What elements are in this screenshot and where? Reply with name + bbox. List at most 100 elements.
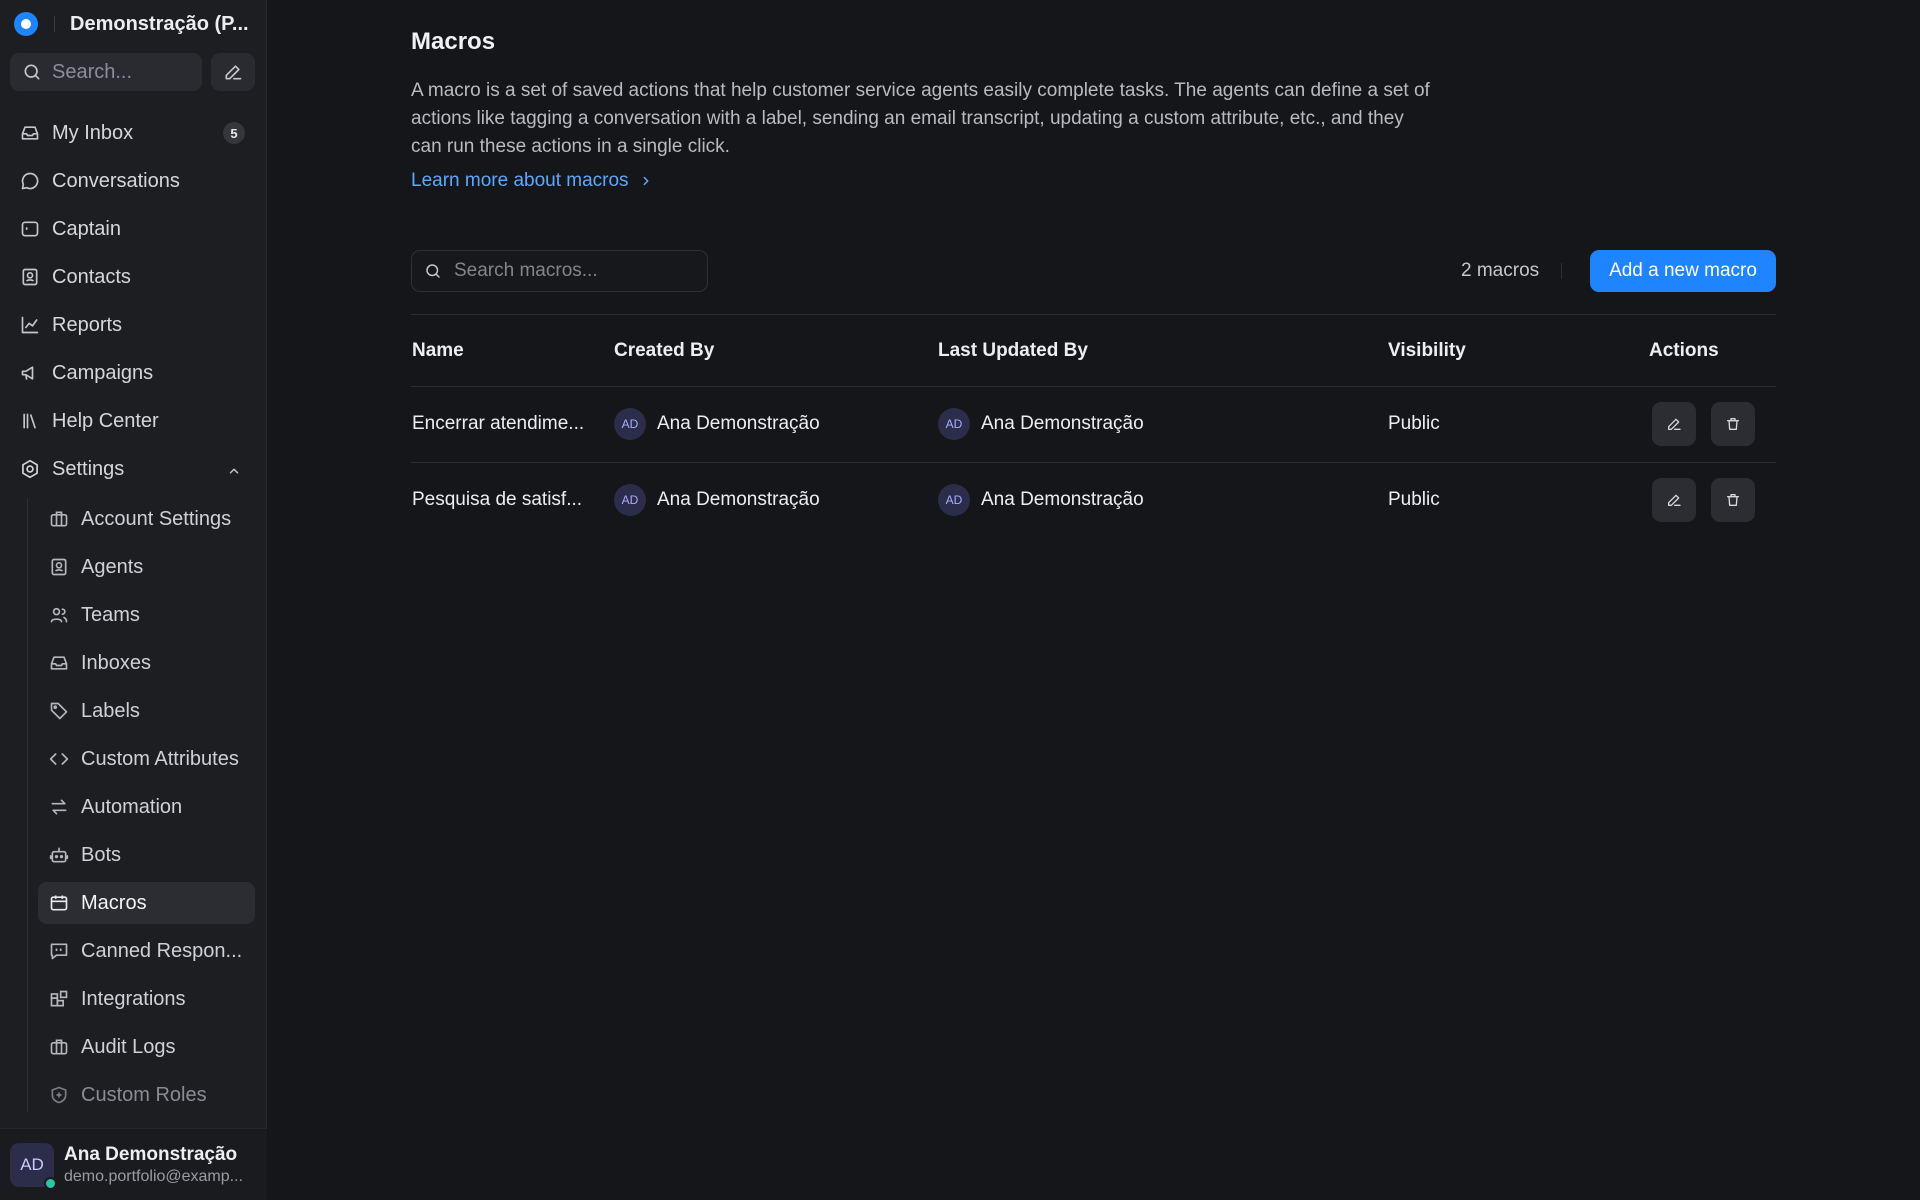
edit-macro-button[interactable] (1652, 478, 1696, 522)
sidebar-search-input[interactable] (52, 60, 182, 84)
macro-name[interactable]: Encerrar atendime... (412, 408, 587, 440)
code-icon (47, 747, 71, 771)
sidebar: Demonstração (P... My Inbox 5 Conversati… (0, 0, 267, 1200)
settings-item-label: Automation (81, 795, 183, 818)
shield-icon (47, 1083, 71, 1107)
chat-bubble-icon (18, 169, 42, 193)
macro-name[interactable]: Pesquisa de satisf... (412, 484, 587, 516)
search-icon (24, 64, 40, 80)
avatar: AD (10, 1142, 57, 1190)
avatar: AD (938, 408, 970, 440)
settings-item-label: Teams (81, 603, 140, 626)
account-switcher[interactable]: Demonstração (P... (14, 10, 249, 38)
settings-labels[interactable]: Labels (38, 690, 255, 732)
nav-label: Captain (52, 217, 121, 240)
arrows-swap-icon (47, 795, 71, 819)
page-title: Macros (411, 28, 496, 55)
chart-line-icon (18, 313, 42, 337)
inbox-icon (18, 121, 42, 145)
settings-item-label: Custom Attributes (81, 747, 239, 770)
column-header-created-by[interactable]: Created By (614, 340, 714, 362)
nav-campaigns[interactable]: Campaigns (10, 353, 255, 393)
settings-icon (18, 457, 42, 481)
settings-item-label: Bots (81, 843, 122, 866)
add-macro-button[interactable]: Add a new macro (1590, 250, 1776, 292)
settings-macros[interactable]: Macros (38, 882, 255, 924)
macro-search-input[interactable] (454, 260, 694, 282)
created-by: AD Ana Demonstração (614, 408, 820, 440)
nav-conversations[interactable]: Conversations (10, 161, 255, 201)
nav-label: Reports (52, 313, 123, 336)
settings-item-label: Labels (81, 699, 140, 722)
page-description: A macro is a set of saved actions that h… (411, 80, 1430, 157)
chevron-up-icon[interactable] (227, 461, 241, 484)
column-header-last-updated-by[interactable]: Last Updated By (938, 340, 1088, 362)
online-status-icon (44, 1176, 57, 1190)
last-updated-by: AD Ana Demonstração (938, 484, 1144, 516)
inbox-count-badge: 5 (223, 122, 245, 144)
settings-custom-attributes[interactable]: Custom Attributes (38, 738, 255, 780)
user-profile-menu[interactable]: AD Ana Demonstração demo.portfolio@examp… (0, 1128, 267, 1200)
settings-item-label: Canned Respon... (81, 939, 243, 962)
nav-captain[interactable]: Captain (10, 209, 255, 249)
sidebar-search[interactable] (10, 53, 202, 91)
table-divider (411, 462, 1776, 463)
search-icon (426, 264, 440, 278)
settings-item-label: Account Settings (81, 507, 232, 530)
nav-contacts[interactable]: Contacts (10, 257, 255, 297)
nav-label: Settings (52, 457, 125, 480)
user-name: Ana Demonstração (64, 1143, 238, 1165)
settings-item-label: Audit Logs (81, 1035, 176, 1058)
settings-item-label: Agents (81, 555, 144, 578)
settings-agents[interactable]: Agents (38, 546, 255, 588)
settings-canned-responses[interactable]: Canned Respon... (38, 930, 255, 972)
pencil-icon (225, 65, 242, 80)
visibility: Public (1388, 413, 1440, 434)
captain-icon (18, 217, 42, 241)
settings-item-label: Macros (81, 891, 147, 914)
settings-custom-roles[interactable]: Custom Roles (38, 1074, 255, 1116)
edit-macro-button[interactable] (1652, 402, 1696, 446)
briefcase-icon (47, 507, 71, 531)
settings-audit-logs[interactable]: Audit Logs (38, 1026, 255, 1068)
macro-icon (47, 891, 71, 915)
user-email: demo.portfolio@examp... (64, 1167, 243, 1185)
settings-integrations[interactable]: Integrations (38, 978, 255, 1020)
avatar: AD (614, 484, 646, 516)
nav-reports[interactable]: Reports (10, 305, 255, 345)
settings-inboxes[interactable]: Inboxes (38, 642, 255, 684)
megaphone-icon (18, 361, 42, 385)
learn-more-link[interactable]: Learn more about macros (411, 170, 653, 192)
column-header-name[interactable]: Name (412, 340, 464, 362)
created-by: AD Ana Demonstração (614, 484, 820, 516)
nav-label: Contacts (52, 265, 131, 288)
contacts-icon (18, 265, 42, 289)
nav-help-center[interactable]: Help Center (10, 401, 255, 441)
delete-macro-button[interactable] (1711, 478, 1755, 522)
main-content: Macros A macro is a set of saved actions… (268, 0, 1920, 1200)
canned-response-icon (47, 939, 71, 963)
delete-macro-button[interactable] (1711, 402, 1755, 446)
settings-account-settings[interactable]: Account Settings (38, 498, 255, 540)
nav-settings[interactable]: Settings (10, 449, 255, 489)
inbox-icon (47, 651, 71, 675)
briefcase-icon (47, 1035, 71, 1059)
settings-automation[interactable]: Automation (38, 786, 255, 828)
table-divider (411, 314, 1776, 315)
chevron-right-icon (639, 174, 653, 188)
avatar: AD (938, 484, 970, 516)
nav-my-inbox[interactable]: My Inbox 5 (10, 113, 255, 153)
column-header-visibility[interactable]: Visibility (1388, 340, 1466, 362)
visibility: Public (1388, 489, 1440, 510)
trash-icon (1727, 418, 1739, 430)
settings-item-label: Integrations (81, 987, 186, 1010)
updated-by-name: Ana Demonstração (981, 413, 1144, 434)
compose-button[interactable] (211, 53, 255, 91)
integrations-icon (47, 987, 71, 1011)
column-header-actions: Actions (1649, 340, 1719, 361)
settings-teams[interactable]: Teams (38, 594, 255, 636)
settings-bots[interactable]: Bots (38, 834, 255, 876)
brand-divider (54, 16, 55, 32)
nav-label: Campaigns (52, 361, 154, 384)
macro-search[interactable] (411, 250, 708, 292)
